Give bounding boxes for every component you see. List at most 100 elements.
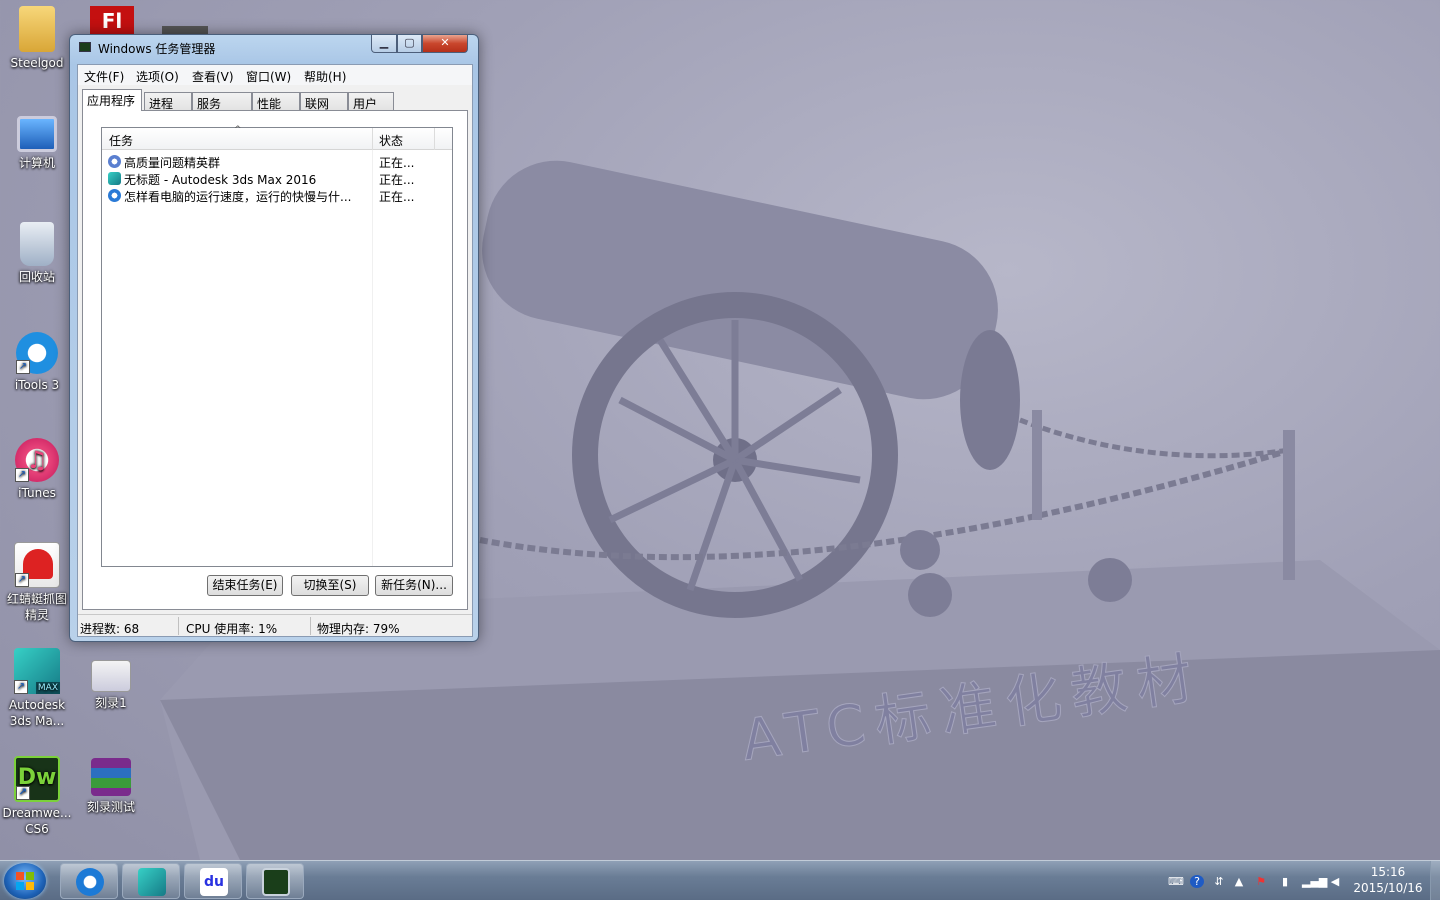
- task-name: 无标题 - Autodesk 3ds Max 2016: [124, 173, 317, 187]
- tab-strip: 应用程序 进程 服务 性能 联网 用户: [78, 89, 472, 111]
- task-row[interactable]: 怎样看电脑的运行速度，运行的快慢与什... 正在...: [106, 187, 446, 204]
- switch-to-button[interactable]: 切换至(S): [291, 575, 369, 596]
- column-header-task[interactable]: 任务: [109, 132, 133, 149]
- desktop-icon-3dsmax[interactable]: MAX ↗ Autodesk 3ds Ma...: [2, 648, 72, 729]
- end-task-button[interactable]: 结束任务(E): [207, 575, 283, 596]
- maximize-button[interactable]: ▢: [397, 35, 422, 53]
- show-hidden-icons[interactable]: ▲: [1232, 875, 1246, 888]
- recycle-bin-icon: [20, 222, 54, 266]
- desktop-icon-screenshot-tool[interactable]: ↗ 红蜻蜓抓图精灵: [2, 542, 72, 623]
- action-center-icon[interactable]: ⚑: [1254, 875, 1268, 888]
- desktop-icon-label: 计算机: [18, 156, 55, 170]
- shortcut-arrow-icon: ↗: [15, 573, 29, 587]
- desktop-icon-label: Dreamwe... CS6: [2, 806, 72, 836]
- cannonball: [900, 530, 940, 570]
- power-icon[interactable]: ▮: [1278, 875, 1292, 888]
- taskbar-app-baidu[interactable]: du: [184, 863, 242, 899]
- window-client: 文件(F) 选项(O) 查看(V) 窗口(W) 帮助(H) 应用程序 进程 服务…: [77, 64, 473, 637]
- clock[interactable]: 15:16 2015/10/16: [1348, 864, 1428, 896]
- menu-options[interactable]: 选项(O): [136, 68, 179, 85]
- clock-time: 15:16: [1370, 865, 1406, 879]
- browser-icon: [108, 189, 121, 202]
- desktop-icon-label: iTunes: [18, 486, 56, 500]
- task-status: 正在...: [379, 156, 415, 170]
- screenshot-tool-icon: ↗: [14, 542, 60, 588]
- menu-file[interactable]: 文件(F): [84, 68, 124, 85]
- task-manager-icon: [79, 42, 91, 52]
- taskbar: du ⌨ ? ⇵ ▲ ⚑ ▮ ▂▄▆ ◀ 15:16 2015/10/16: [0, 860, 1440, 900]
- cannon-barrel: [482, 160, 998, 400]
- minimize-button[interactable]: ▁: [371, 35, 397, 53]
- menu-bar: 文件(F) 选项(O) 查看(V) 窗口(W) 帮助(H): [78, 65, 472, 85]
- window-title: Windows 任务管理器: [98, 42, 216, 56]
- list-header: ^ 任务 状态: [102, 125, 452, 150]
- tab-performance[interactable]: 性能: [252, 92, 300, 111]
- task-row[interactable]: 高质量问题精英群 正在...: [106, 153, 446, 170]
- title-bar[interactable]: Windows 任务管理器 ▁ ▢ ✕: [70, 35, 478, 59]
- menu-view[interactable]: 查看(V): [192, 68, 234, 85]
- task-manager-window[interactable]: Windows 任务管理器 ▁ ▢ ✕ 文件(F) 选项(O) 查看(V) 窗口…: [69, 34, 479, 642]
- status-processes: 进程数: 68: [80, 622, 140, 636]
- sort-arrow-icon: ^: [234, 125, 242, 135]
- desktop-icon-steelgod[interactable]: Steelgod: [2, 6, 72, 71]
- tab-networking[interactable]: 联网: [300, 92, 348, 111]
- tab-users[interactable]: 用户: [348, 92, 394, 111]
- tab-applications[interactable]: 应用程序: [82, 89, 142, 111]
- desktop-icon-label: 红蜻蜓抓图精灵: [6, 592, 67, 622]
- task-status: 正在...: [379, 190, 415, 204]
- cannonball: [1088, 558, 1132, 602]
- volume-icon[interactable]: ◀: [1328, 875, 1342, 888]
- taskbar-app-3dsmax[interactable]: [122, 863, 180, 899]
- baidu-icon: du: [200, 868, 228, 896]
- help-icon[interactable]: ?: [1190, 875, 1204, 888]
- shortcut-arrow-icon: ↗: [14, 680, 28, 694]
- max-badge: MAX: [35, 682, 60, 694]
- task-list[interactable]: ^ 任务 状态 高质量问题精英群 正在... 无标题 - Autodesk 3d…: [101, 125, 453, 567]
- sogou-browser-icon: [76, 868, 104, 896]
- desktop-icon-computer[interactable]: 计算机: [2, 116, 72, 171]
- new-task-button[interactable]: 新任务(N)...: [375, 575, 453, 596]
- chain-post: [1283, 430, 1295, 580]
- show-desktop-button[interactable]: [1430, 861, 1440, 900]
- 3dsmax-icon: [108, 172, 121, 185]
- desktop-icon-itools[interactable]: ↗ iTools 3: [2, 332, 72, 393]
- desktop-icon-partial[interactable]: [162, 26, 208, 34]
- keyboard-icon[interactable]: ⌨: [1168, 875, 1184, 888]
- 3dsmax-icon: MAX ↗: [14, 648, 60, 694]
- status-bar: 进程数: 68 CPU 使用率: 1% 物理内存: 79%: [78, 614, 472, 636]
- itunes-icon: ♫ ↗: [15, 438, 59, 482]
- close-button[interactable]: ✕: [422, 35, 468, 53]
- taskbar-app-sogou[interactable]: [60, 863, 118, 899]
- folder-icon: [19, 6, 55, 52]
- status-memory: 物理内存: 79%: [317, 622, 400, 636]
- menu-help[interactable]: 帮助(H): [304, 68, 346, 85]
- taskbar-app-task-manager[interactable]: [246, 863, 304, 899]
- task-manager-icon: [262, 868, 290, 896]
- status-cpu: CPU 使用率: 1%: [186, 622, 278, 636]
- tray-arrow-icon[interactable]: ⇵: [1212, 875, 1226, 888]
- task-row[interactable]: 无标题 - Autodesk 3ds Max 2016 正在...: [106, 170, 446, 187]
- desktop-icon-label: 刻录1: [95, 696, 127, 710]
- dreamweaver-icon: Dw ↗: [14, 756, 60, 802]
- desktop-icon-label: 刻录测试: [86, 800, 135, 814]
- tab-services[interactable]: 服务: [192, 92, 252, 111]
- desktop-icon-itunes[interactable]: ♫ ↗ iTunes: [2, 438, 72, 501]
- desktop-icon-burn1[interactable]: 刻录1: [76, 660, 146, 711]
- column-header-status[interactable]: 状态: [379, 132, 403, 149]
- desktop-icon-burn-test[interactable]: 刻录测试: [76, 758, 146, 815]
- desktop-icon-recycle-bin[interactable]: 回收站: [2, 222, 72, 285]
- cannon-muzzle: [960, 330, 1020, 470]
- clock-date: 2015/10/16: [1353, 881, 1423, 895]
- applications-panel: ^ 任务 状态 高质量问题精英群 正在... 无标题 - Autodesk 3d…: [82, 110, 468, 610]
- shortcut-arrow-icon: ↗: [15, 468, 29, 482]
- flash-icon[interactable]: Fl: [90, 6, 134, 34]
- menu-window[interactable]: 窗口(W): [246, 68, 291, 85]
- windows-logo-icon: [16, 872, 34, 890]
- desktop-icon-dreamweaver[interactable]: Dw ↗ Dreamwe... CS6: [2, 756, 72, 837]
- start-button[interactable]: [4, 863, 46, 899]
- cannonball: [908, 573, 952, 617]
- network-icon[interactable]: ▂▄▆: [1302, 875, 1327, 888]
- tab-processes[interactable]: 进程: [144, 92, 192, 111]
- chain-back: [1019, 417, 1291, 459]
- shortcut-arrow-icon: ↗: [16, 360, 30, 374]
